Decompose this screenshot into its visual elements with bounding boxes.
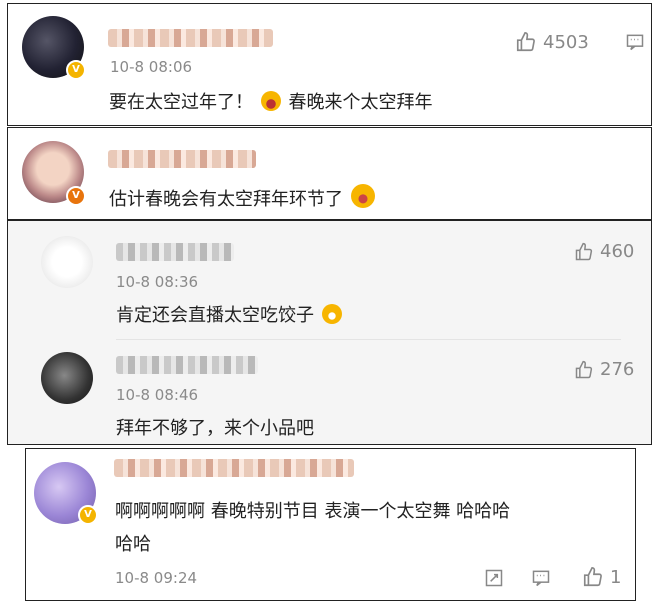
avatar[interactable] — [41, 352, 93, 404]
comment-time: 10-8 08:06 — [110, 58, 193, 76]
verified-badge-icon: V — [78, 505, 98, 525]
repost-icon[interactable] — [484, 568, 504, 588]
reply-text-part-1: 肯定还会直播太空吃饺子 — [116, 305, 314, 326]
thumbs-up-icon — [516, 32, 535, 52]
laughing-face-icon — [260, 91, 281, 111]
like-count: 460 — [600, 241, 635, 262]
thumbs-up-icon — [575, 242, 593, 260]
like-button[interactable]: 1 — [582, 566, 621, 588]
thumbs-up-icon — [583, 567, 602, 587]
username-blurred[interactable] — [116, 356, 258, 374]
comment-text-line-1: 啊啊啊啊啊 春晚特别节目 表演一个太空舞 哈哈哈 — [115, 501, 511, 522]
verified-badge-icon: V — [66, 60, 86, 80]
verified-badge-icon: V — [66, 186, 86, 206]
comment-text-part-1: 要在太空过年了！ — [109, 92, 253, 113]
like-button[interactable]: 460 — [574, 241, 634, 262]
username-blurred[interactable] — [114, 459, 354, 477]
like-count: 4503 — [543, 31, 589, 53]
comment-text: 要在太空过年了！ 春晚来个太空拜年 — [109, 88, 432, 114]
like-count: 1 — [610, 566, 622, 588]
like-count: 276 — [600, 359, 635, 380]
username-blurred[interactable] — [108, 29, 273, 47]
thumbs-up-icon — [575, 360, 593, 378]
divider — [116, 339, 621, 340]
reply-text: 肯定还会直播太空吃饺子 — [116, 301, 344, 327]
comment-time: 10-8 09:24 — [115, 569, 198, 587]
reply-time: 10-8 08:36 — [116, 273, 199, 291]
username-blurred[interactable] — [116, 243, 234, 261]
like-button[interactable]: 4503 — [515, 31, 589, 53]
like-button[interactable]: 276 — [574, 359, 634, 380]
reply-time: 10-8 08:46 — [116, 386, 199, 404]
reply-thread: 10-8 08:36 肯定还会直播太空吃饺子 460 10-8 08:46 拜年… — [7, 220, 652, 445]
comment-text-part-1: 估计春晚会有太空拜年环节了 — [109, 189, 343, 210]
avatar[interactable] — [41, 236, 93, 288]
screaming-face-icon — [350, 184, 375, 208]
reply-comment-icon[interactable] — [625, 32, 645, 52]
username-blurred[interactable] — [108, 150, 256, 168]
comment-text-line-2: 哈哈 — [115, 534, 151, 555]
reply-text: 拜年不够了，来个小品吧 — [116, 418, 314, 439]
comment-card-3: V 啊啊啊啊啊 春晚特别节目 表演一个太空舞 哈哈哈 哈哈 10-8 09:24… — [25, 448, 636, 601]
comment-card-1: V 10-8 08:06 要在太空过年了！ 春晚来个太空拜年 4503 — [7, 3, 652, 126]
reply-comment-icon[interactable] — [531, 568, 551, 588]
comment-text: 估计春晚会有太空拜年环节了 — [109, 184, 377, 211]
comment-card-2: V 估计春晚会有太空拜年环节了 — [7, 127, 652, 220]
grinning-face-icon — [321, 304, 342, 324]
comment-text-part-2: 春晚来个太空拜年 — [288, 92, 433, 113]
